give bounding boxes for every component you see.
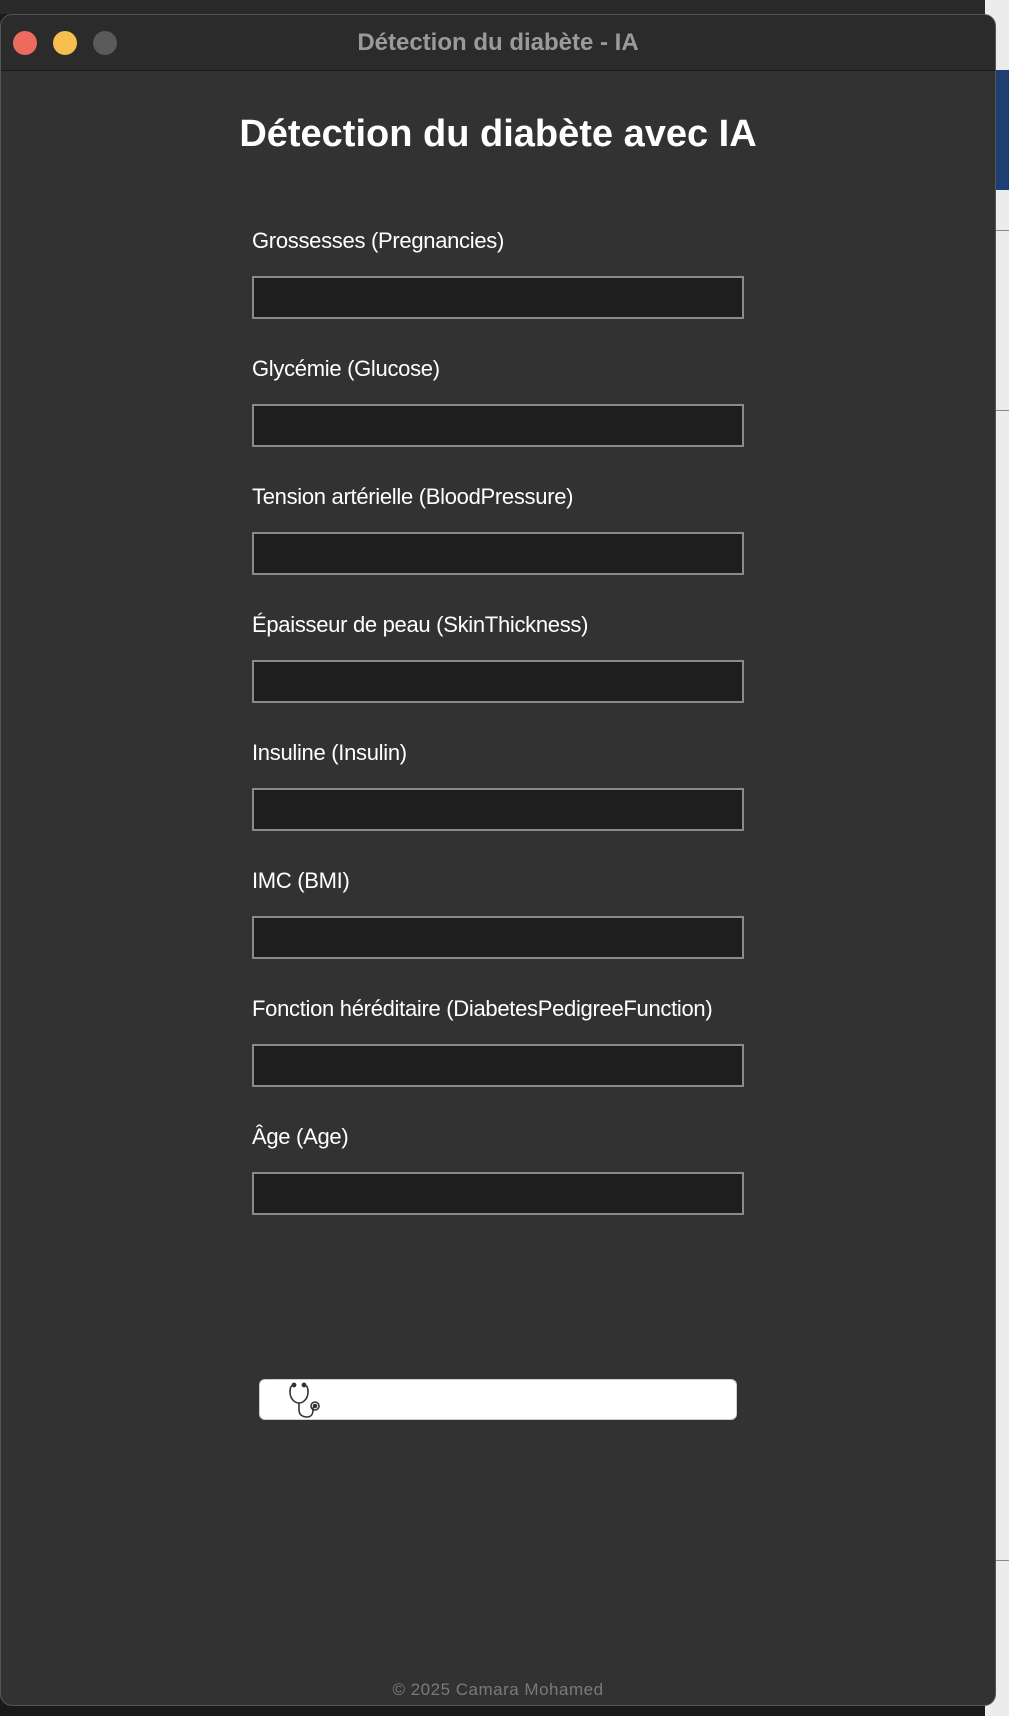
form-field-insulin: Insuline (Insulin) [252,740,744,868]
pregnancies-input[interactable] [252,276,744,319]
window-title: Détection du diabète - IA [357,29,639,56]
form-field-glucose: Glycémie (Glucose) [252,356,744,484]
form-field-pedigree: Fonction héréditaire (DiabetesPedigreeFu… [252,996,744,1124]
field-label-bmi: IMC (BMI) [252,868,350,893]
form-field-bmi: IMC (BMI) [252,868,744,996]
blood-pressure-input[interactable] [252,532,744,575]
diabetes-form: Grossesses (Pregnancies) Glycémie (Gluco… [252,228,744,1252]
field-label-blood-pressure: Tension artérielle (BloodPressure) [252,484,574,509]
footer-copyright: © 2025 Camara Mohamed [392,1680,604,1699]
field-label-age: Âge (Age) [252,1124,349,1149]
form-field-pregnancies: Grossesses (Pregnancies) [252,228,744,356]
window-titlebar[interactable]: Détection du diabète - IA [1,15,995,71]
field-label-insulin: Insuline (Insulin) [252,740,407,765]
background-menu-strip [0,0,1009,14]
form-field-skin-thickness: Épaisseur de peau (SkinThickness) [252,612,744,740]
insulin-input[interactable] [252,788,744,831]
bmi-input[interactable] [252,916,744,959]
age-input[interactable] [252,1172,744,1215]
field-label-pregnancies: Grossesses (Pregnancies) [252,228,505,253]
desktop: Détection du diabète - IA Détection du d… [0,0,1009,1716]
field-label-glucose: Glycémie (Glucose) [252,356,440,381]
skin-thickness-input[interactable] [252,660,744,703]
pedigree-function-input[interactable] [252,1044,744,1087]
field-label-skin-thickness: Épaisseur de peau (SkinThickness) [252,612,589,637]
app-window: Détection du diabète - IA Détection du d… [0,14,996,1706]
stethoscope-icon [288,1382,326,1418]
field-label-pedigree: Fonction héréditaire (DiabetesPedigreeFu… [252,996,713,1021]
form-field-blood-pressure: Tension artérielle (BloodPressure) [252,484,744,612]
window-content: Détection du diabète avec IA Grossesses … [1,71,995,1705]
predict-button[interactable] [259,1379,737,1420]
glucose-input[interactable] [252,404,744,447]
page-title: Détection du diabète avec IA [239,113,757,155]
form-field-age: Âge (Age) [252,1124,744,1252]
